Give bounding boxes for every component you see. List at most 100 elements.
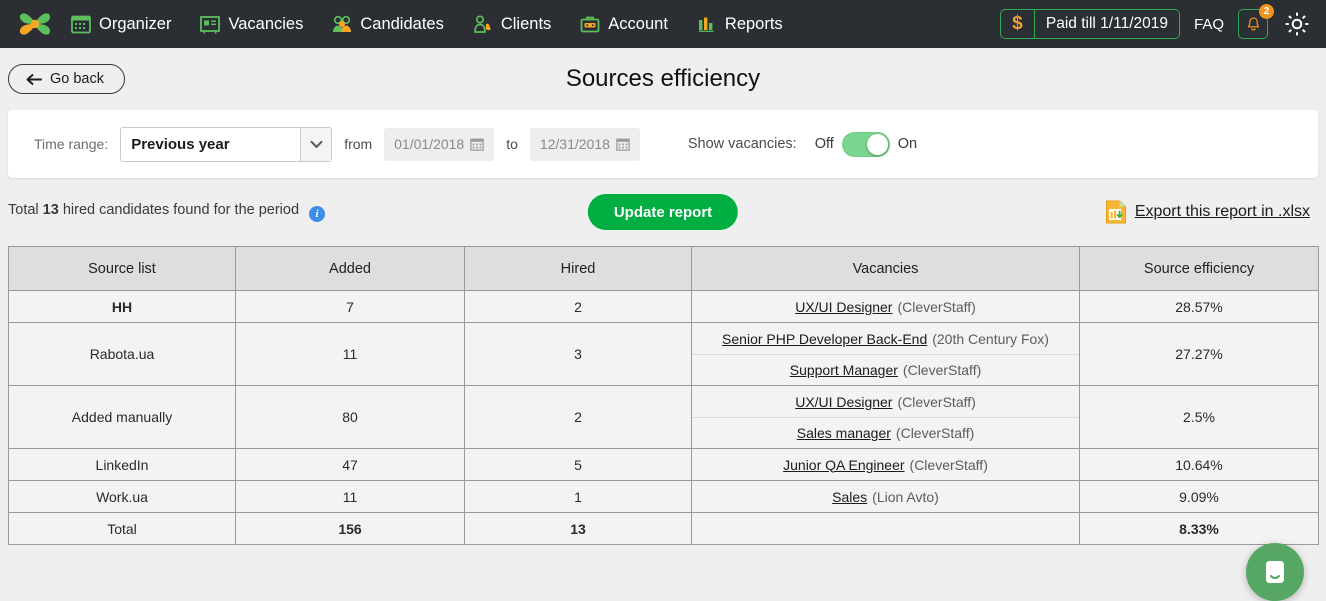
vacancy-link[interactable]: Junior QA Engineer: [783, 457, 904, 473]
toggle-off-label: Off: [815, 136, 834, 152]
cell-source-efficiency: 10.64%: [1080, 449, 1319, 481]
filters-panel: Time range: Previous year from 01/01/201…: [8, 110, 1318, 178]
cell-source-list: HH: [9, 291, 236, 323]
cell-source-list: LinkedIn: [9, 449, 236, 481]
people-icon: [331, 13, 353, 35]
cell-hired: 2: [465, 386, 692, 449]
vacancy-link[interactable]: UX/UI Designer: [795, 394, 892, 410]
sources-efficiency-table: Source list Added Hired Vacancies Source…: [8, 246, 1319, 545]
cell-vacancies: Sales (Lion Avto): [692, 481, 1080, 513]
table-row: Added manually802UX/UI Designer(CleverSt…: [9, 386, 1319, 449]
nav-item-account[interactable]: Account: [565, 0, 682, 48]
cell-added: 47: [236, 449, 465, 481]
calendar-icon: [616, 137, 630, 151]
show-vacancies-toggle[interactable]: [842, 132, 890, 157]
xlsx-download-icon: [1105, 200, 1127, 224]
table-row: Rabota.ua113Senior PHP Developer Back-En…: [9, 323, 1319, 386]
cell-source-efficiency: 27.27%: [1080, 323, 1319, 386]
cell-added: 11: [236, 481, 465, 513]
page-title: Sources efficiency: [0, 65, 1326, 93]
action-row: Total 13 hired candidates found for the …: [0, 178, 1326, 246]
vacancy-company: (CleverStaff): [896, 425, 974, 441]
vacancy-entry: Junior QA Engineer(CleverStaff): [692, 449, 1079, 480]
cell-source-efficiency: 8.33%: [1080, 513, 1319, 545]
table-row: Work.ua111Sales(Lion Avto)9.09%: [9, 481, 1319, 513]
report-table-container: Source list Added Hired Vacancies Source…: [0, 246, 1326, 545]
main-nav: Organizer Vacancies Candidates: [70, 0, 797, 48]
faq-link[interactable]: FAQ: [1194, 16, 1224, 33]
vacancy-link[interactable]: Support Manager: [790, 362, 898, 378]
paid-till-label: Paid till 1/11/2019: [1035, 10, 1179, 38]
export-label: Export this report in .xlsx: [1135, 203, 1310, 221]
paid-till-button[interactable]: $ Paid till 1/11/2019: [1000, 9, 1180, 39]
notifications-button[interactable]: 2: [1238, 9, 1268, 39]
nav-label-organizer: Organizer: [99, 15, 171, 34]
cell-added: 156: [236, 513, 465, 545]
cell-vacancies: Senior PHP Developer Back-End(20th Centu…: [692, 323, 1080, 386]
cleverstaff-logo[interactable]: [14, 7, 56, 41]
cell-source-efficiency: 2.5%: [1080, 386, 1319, 449]
date-from-input[interactable]: 01/01/2018: [384, 128, 494, 161]
id-card-icon: [199, 13, 221, 35]
nav-label-account: Account: [608, 15, 668, 34]
date-to-input[interactable]: 12/31/2018: [530, 128, 640, 161]
col-vacancies: Vacancies: [692, 247, 1080, 291]
col-added: Added: [236, 247, 465, 291]
toggle-on-label: On: [898, 136, 917, 152]
cell-source-list: Total: [9, 513, 236, 545]
vacancy-link[interactable]: Sales manager: [797, 425, 891, 441]
vacancy-company: (CleverStaff): [903, 362, 981, 378]
cell-hired: 2: [465, 291, 692, 323]
total-count: 13: [43, 202, 59, 218]
nav-item-clients[interactable]: Clients: [458, 0, 565, 48]
vacancy-link[interactable]: Sales: [832, 489, 867, 505]
arrow-left-icon: [25, 73, 42, 86]
go-back-label: Go back: [50, 71, 104, 87]
chat-smiley-icon: [1260, 557, 1290, 587]
nav-item-reports[interactable]: Reports: [682, 0, 797, 48]
total-prefix: Total: [8, 202, 43, 218]
notification-badge: 2: [1259, 4, 1274, 19]
cell-hired: 13: [465, 513, 692, 545]
cell-source-efficiency: 28.57%: [1080, 291, 1319, 323]
cell-source-list: Work.ua: [9, 481, 236, 513]
total-hired-summary: Total 13 hired candidates found for the …: [8, 202, 325, 222]
nav-item-vacancies[interactable]: Vacancies: [185, 0, 317, 48]
cell-source-list: Added manually: [9, 386, 236, 449]
vacancy-link[interactable]: UX/UI Designer: [795, 299, 892, 315]
vacancy-company: (Lion Avto): [872, 489, 939, 505]
chevron-down-icon: [300, 128, 331, 161]
chat-launcher-button[interactable]: [1246, 543, 1304, 601]
date-to-value: 12/31/2018: [540, 136, 610, 152]
top-navigation-bar: Organizer Vacancies Candidates: [0, 0, 1326, 48]
vacancy-entry: Sales manager (CleverStaff): [692, 417, 1079, 448]
col-source-list: Source list: [9, 247, 236, 291]
cell-hired: 1: [465, 481, 692, 513]
to-label: to: [506, 136, 518, 152]
vacancy-entry: Support Manager (CleverStaff): [692, 354, 1079, 385]
vacancy-company: (CleverStaff): [897, 394, 975, 410]
info-icon[interactable]: i: [309, 206, 325, 222]
calendar-icon: [470, 137, 484, 151]
nav-label-candidates: Candidates: [360, 15, 443, 34]
cell-vacancies: UX/UI Designer(CleverStaff): [692, 291, 1080, 323]
vacancy-entry: UX/UI Designer(CleverStaff): [692, 291, 1079, 322]
time-range-select[interactable]: Previous year: [120, 127, 332, 162]
page-header: Go back Sources efficiency: [0, 48, 1326, 110]
gear-icon[interactable]: [1282, 9, 1312, 39]
total-suffix: hired candidates found for the period: [59, 202, 299, 218]
time-range-value: Previous year: [121, 128, 300, 161]
update-report-button[interactable]: Update report: [588, 194, 738, 230]
vacancy-link[interactable]: Senior PHP Developer Back-End: [722, 331, 927, 347]
export-xlsx-link[interactable]: Export this report in .xlsx: [1105, 200, 1310, 224]
nav-item-organizer[interactable]: Organizer: [70, 0, 185, 48]
nav-item-candidates[interactable]: Candidates: [317, 0, 457, 48]
vacancy-entry: UX/UI Designer (CleverStaff): [692, 386, 1079, 417]
table-row: Total15613 8.33%: [9, 513, 1319, 545]
cell-hired: 3: [465, 323, 692, 386]
cell-source-list: Rabota.ua: [9, 323, 236, 386]
go-back-button[interactable]: Go back: [8, 64, 125, 94]
dollar-icon: $: [1001, 10, 1035, 38]
nav-label-clients: Clients: [501, 15, 551, 34]
toggle-knob: [867, 134, 888, 155]
